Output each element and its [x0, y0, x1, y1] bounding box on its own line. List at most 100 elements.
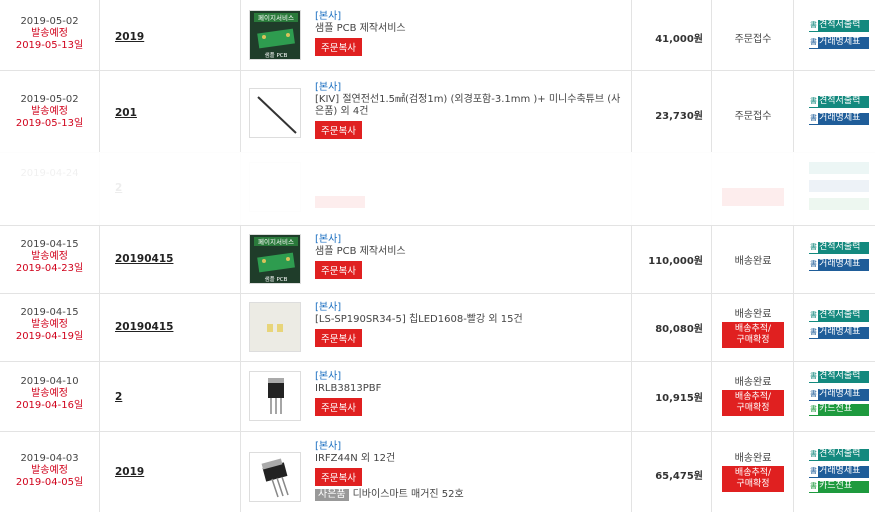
order-status: 주문접수 — [734, 34, 772, 45]
document-icon: 書 — [809, 310, 818, 321]
document-icon: 書 — [809, 37, 818, 48]
ship-date: 2019-04-05일 — [15, 477, 84, 488]
order-row: 2019-04-15 발송예정 2019-04-23일 20190415 페이지… — [0, 225, 875, 294]
transistor-image — [268, 378, 284, 414]
order-number-link[interactable]: 2019 — [115, 466, 144, 478]
pcb-thumbnail[interactable]: 페이지서비스 샘플 PCB — [249, 10, 301, 60]
copy-order-button[interactable]: 주문복사 — [315, 329, 362, 347]
order-date: 2019-05-02 — [20, 16, 79, 27]
copy-order-button[interactable]: 주문복사 — [315, 468, 362, 486]
order-number-link[interactable]: 2019 — [115, 31, 144, 43]
led-thumbnail[interactable] — [249, 302, 301, 352]
transaction-statement-button[interactable]: 書 거래명세표 — [809, 466, 869, 478]
track-confirm-button[interactable]: 배송추적/구매확정 — [722, 390, 784, 416]
card-receipt-button[interactable]: 書 카드전표 — [809, 404, 869, 416]
document-icon: 書 — [809, 242, 818, 253]
transaction-statement-button[interactable]: 書 거래명세표 — [809, 37, 869, 49]
item-name: 샘플 PCB 제작서비스 — [315, 246, 406, 257]
pcb-image: 페이지서비스 샘플 PCB — [250, 235, 300, 283]
date-cell: 2019-05-02 발송예정 2019-05-13일 — [0, 0, 100, 70]
date-cell: 2019-04-10 발송예정 2019-04-16일 — [0, 361, 100, 431]
ship-label: 발송예정 — [31, 106, 68, 117]
gift-badge: 사은품 — [315, 489, 349, 501]
transistor-thumbnail[interactable] — [249, 371, 301, 421]
order-price: 65,475원 — [655, 471, 703, 482]
document-icon: 書 — [809, 389, 818, 400]
pcb-image: 페이지서비스 샘플 PCB — [250, 11, 300, 59]
document-icon: 書 — [809, 20, 818, 31]
ship-label: 발송예정 — [31, 28, 68, 39]
branch-tag: [본사] — [315, 371, 342, 382]
wire-thumbnail[interactable] — [249, 88, 301, 138]
order-date: 2019-04-03 — [20, 453, 79, 464]
copy-order-button[interactable]: 주문복사 — [315, 121, 362, 139]
document-icon: 書 — [809, 449, 818, 460]
estimate-print-button[interactable]: 書 견적서출력 — [809, 20, 869, 32]
ship-label: 발송예정 — [31, 319, 68, 330]
gift-text: 디바이스마트 매거진 52호 — [352, 489, 464, 500]
order-status: 배송완료 — [734, 309, 772, 320]
order-number-link[interactable]: 201 — [115, 107, 137, 119]
ship-label: 발송예정 — [31, 388, 68, 399]
order-row: 2019-05-02 발송예정 2019-05-13일 201 [본사] [KI… — [0, 70, 875, 153]
order-price: 110,000원 — [648, 256, 703, 267]
document-icon: 書 — [809, 404, 818, 415]
order-row: 2019-04-24 2 — [0, 152, 875, 226]
document-icon: 書 — [809, 113, 818, 124]
order-number-link[interactable]: 20190415 — [115, 321, 173, 333]
estimate-print-button[interactable]: 書 견적서출력 — [809, 96, 869, 108]
date-cell: 2019-04-15 발송예정 2019-04-23일 — [0, 225, 100, 293]
ship-date: 2019-05-13일 — [15, 40, 84, 51]
track-confirm-button[interactable]: 배송추적/구매확정 — [722, 322, 784, 348]
branch-tag: [본사] — [315, 441, 342, 452]
copy-order-button[interactable]: 주문복사 — [315, 398, 362, 416]
wire-image — [257, 96, 297, 134]
order-price: 41,000원 — [655, 34, 703, 45]
transaction-statement-button[interactable]: 書 거래명세표 — [809, 327, 869, 339]
copy-order-button[interactable]: 주문복사 — [315, 38, 362, 56]
ship-label: 발송예정 — [31, 465, 68, 476]
document-icon: 書 — [809, 371, 818, 382]
order-date: 2019-04-10 — [20, 376, 79, 387]
pcb-thumbnail[interactable]: 페이지서비스 샘플 PCB — [249, 234, 301, 284]
order-status: 주문접수 — [734, 111, 772, 122]
order-number-link[interactable]: 20190415 — [115, 253, 173, 265]
pcb-logo-text: 페이지서비스 — [258, 237, 294, 246]
ship-date: 2019-04-16일 — [15, 400, 84, 411]
order-price: 80,080원 — [655, 324, 703, 335]
order-number-link[interactable]: 2 — [115, 391, 122, 403]
transaction-statement-button[interactable]: 書 거래명세표 — [809, 389, 869, 401]
document-icon: 書 — [809, 466, 818, 477]
date-cell: 2019-04-15 발송예정 2019-04-19일 — [0, 293, 100, 361]
document-icon: 書 — [809, 327, 818, 338]
branch-tag: [본사] — [315, 302, 342, 313]
ship-label: 발송예정 — [31, 251, 68, 262]
document-icon: 書 — [809, 259, 818, 270]
redaction-overlay — [0, 152, 875, 225]
ship-date: 2019-05-13일 — [15, 118, 84, 129]
item-name: IRFZ44N 외 12건 — [315, 453, 396, 464]
gift-line: 사은품 디바이스마트 매거진 52호 — [315, 489, 625, 501]
ship-date: 2019-04-19일 — [15, 331, 84, 342]
document-icon: 書 — [809, 481, 818, 492]
order-status: 배송완료 — [734, 256, 772, 267]
estimate-print-button[interactable]: 書 견적서출력 — [809, 371, 869, 383]
item-name: 샘플 PCB 제작서비스 — [315, 23, 406, 34]
transaction-statement-button[interactable]: 書 거래명세표 — [809, 259, 869, 271]
track-confirm-button[interactable]: 배송추적/구매확정 — [722, 466, 784, 492]
pcb-logo-text: 페이지서비스 — [258, 13, 294, 22]
transaction-statement-button[interactable]: 書 거래명세표 — [809, 113, 869, 125]
date-cell: 2019-05-02 발송예정 2019-05-13일 — [0, 70, 100, 152]
card-receipt-button[interactable]: 書 카드전표 — [809, 481, 869, 493]
ship-date: 2019-04-23일 — [15, 263, 84, 274]
estimate-print-button[interactable]: 書 견적서출력 — [809, 310, 869, 322]
order-date: 2019-05-02 — [20, 94, 79, 105]
transistor-thumbnail[interactable] — [249, 452, 301, 502]
document-icon: 書 — [809, 96, 818, 107]
estimate-print-button[interactable]: 書 견적서출력 — [809, 242, 869, 254]
pcb-thumb-caption: 샘플 PCB — [265, 51, 288, 59]
item-name: [LS-SP190SR34-5] 칩LED1608-빨강 외 15건 — [315, 314, 523, 325]
copy-order-button[interactable]: 주문복사 — [315, 261, 362, 279]
branch-tag: [본사] — [315, 234, 342, 245]
estimate-print-button[interactable]: 書 견적서출력 — [809, 449, 869, 461]
